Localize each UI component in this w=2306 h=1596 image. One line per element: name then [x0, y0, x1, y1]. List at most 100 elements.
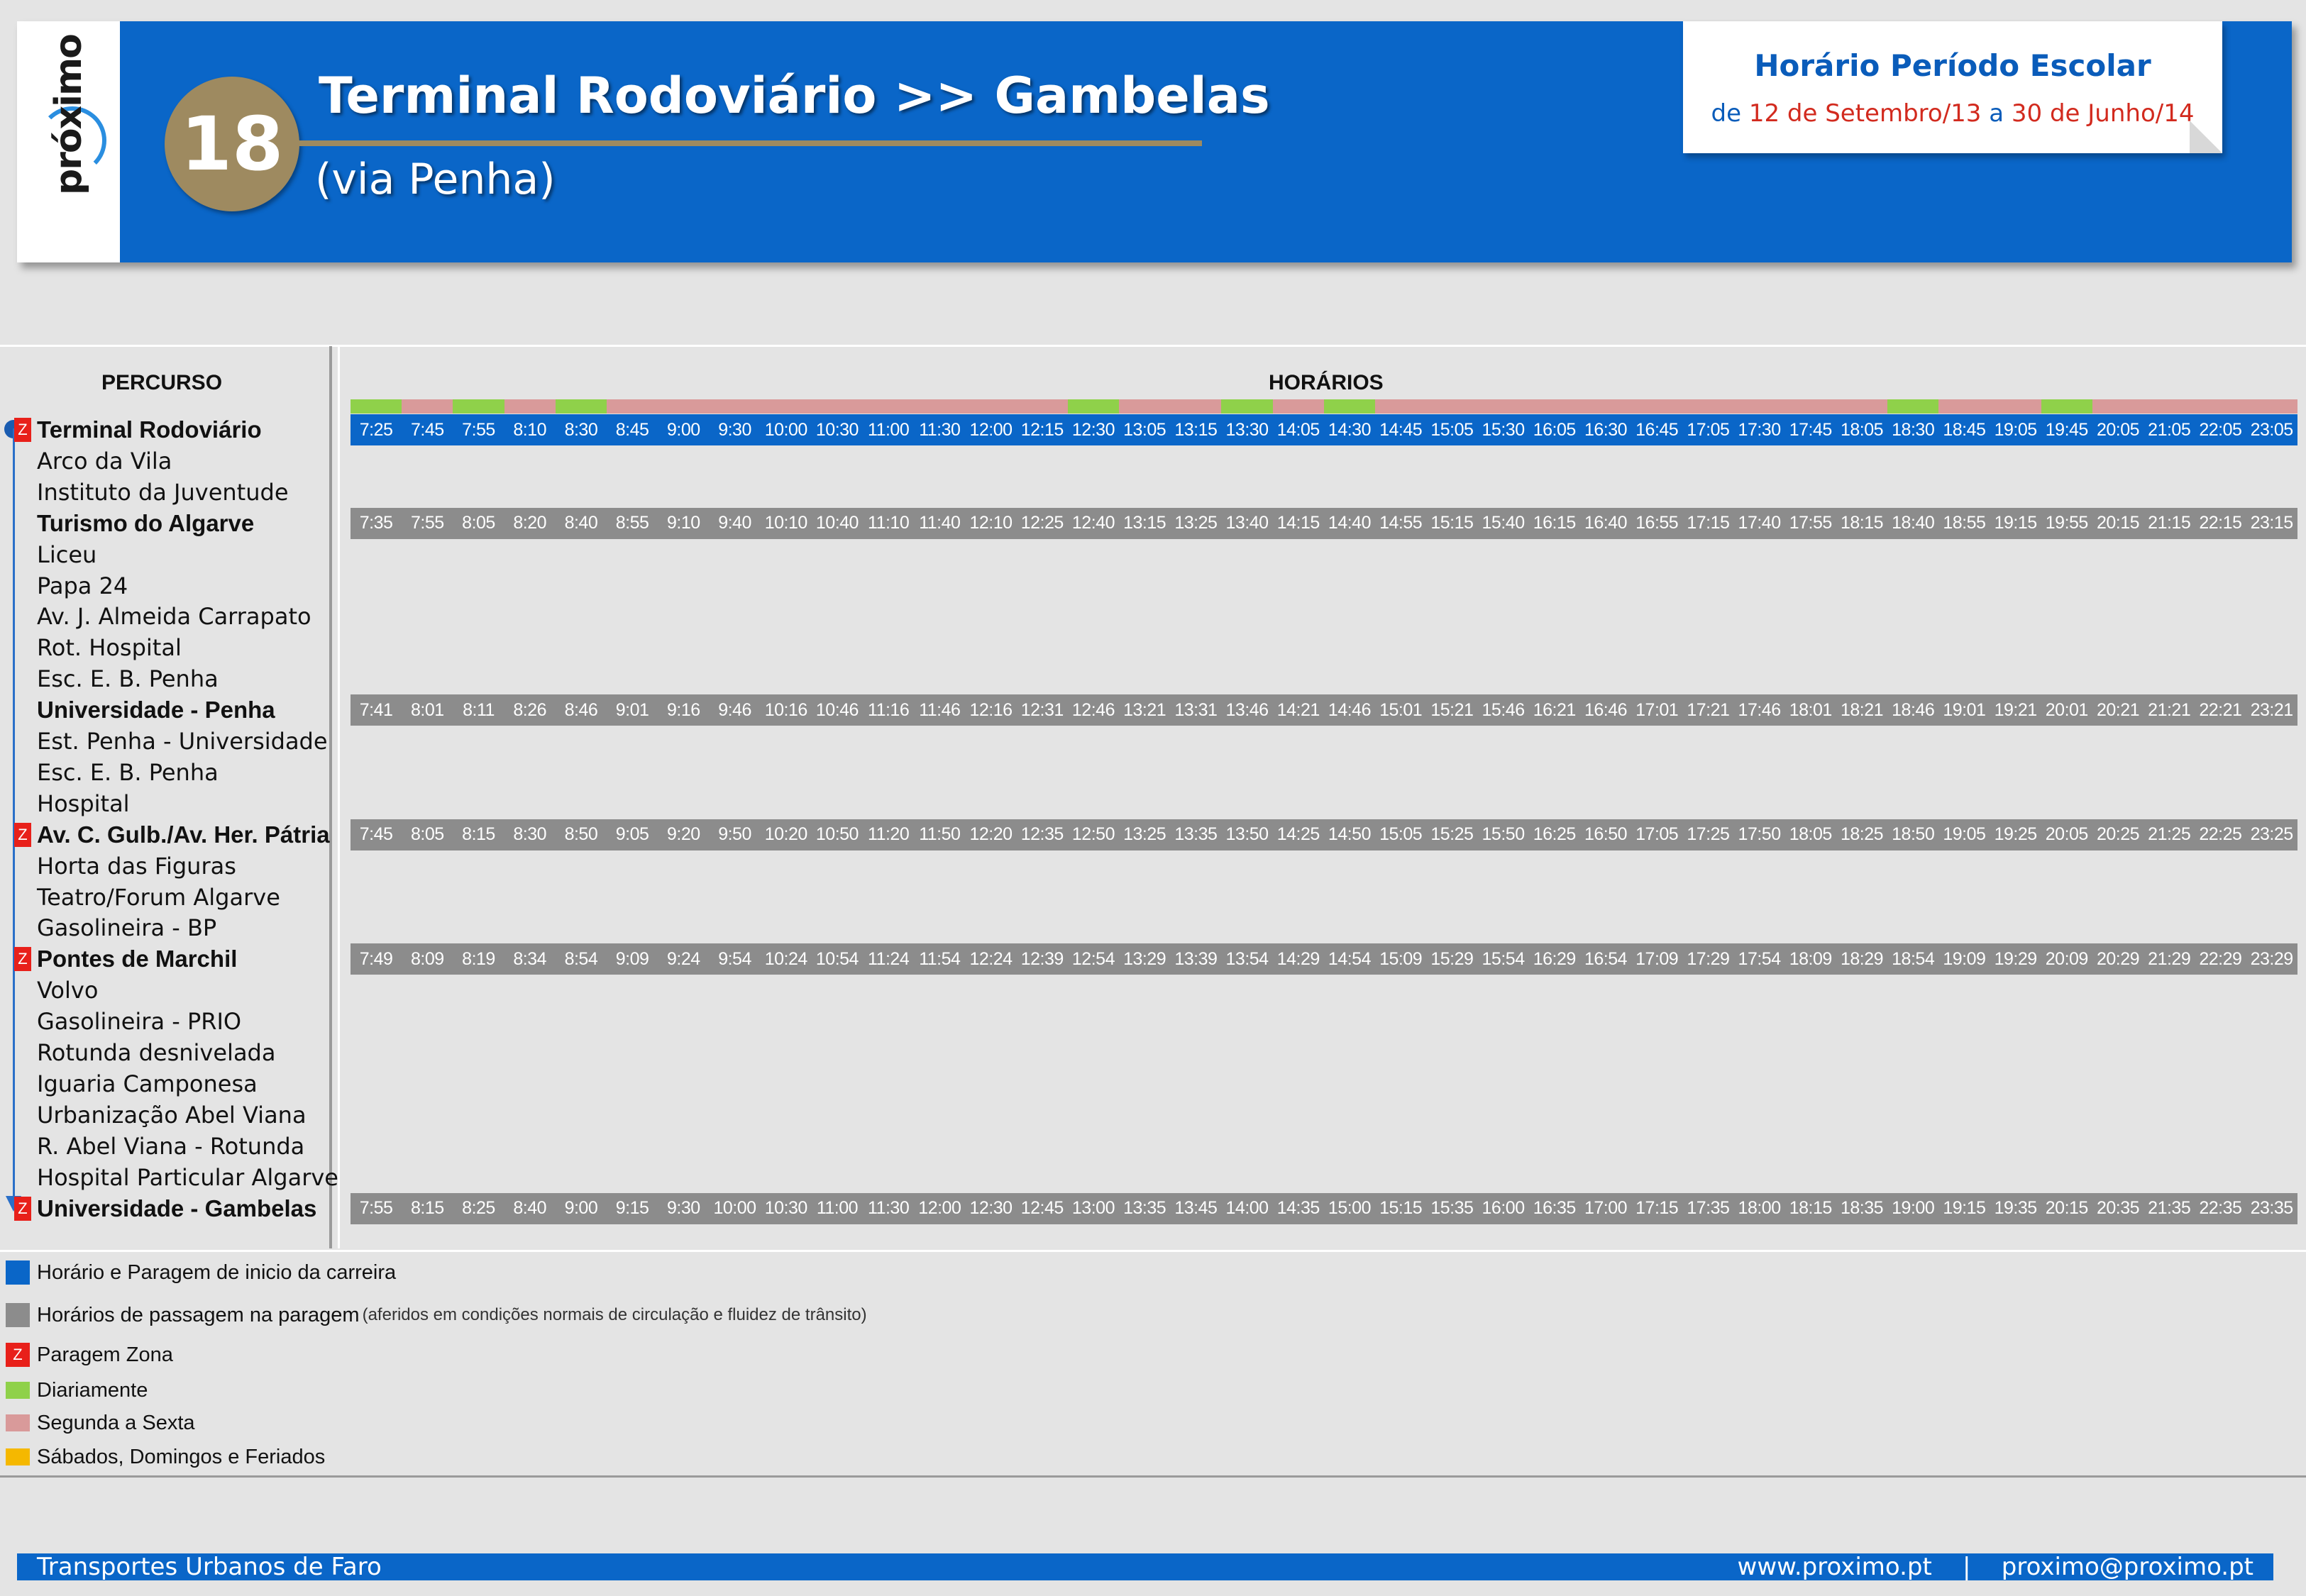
- period-de: de: [1711, 99, 1742, 128]
- departure-time: 17:30: [1738, 419, 1782, 440]
- stop-name: Arco da Vila: [37, 447, 172, 475]
- departure-time: 12:16: [969, 699, 1013, 720]
- departure-time: 7:41: [359, 699, 393, 720]
- departure-time: 9:30: [666, 1198, 700, 1218]
- stop-name: R. Abel Viana - Rotunda: [37, 1132, 305, 1160]
- departure-time: 15:50: [1482, 824, 1526, 845]
- stop-name: Papa 24: [37, 572, 128, 599]
- departure-time: 18:54: [1892, 948, 1935, 969]
- day-type-cell-weekday: [1426, 399, 1478, 414]
- departure-time: 15:05: [1379, 824, 1423, 845]
- departure-time: 18:30: [1892, 419, 1935, 440]
- departure-time: 23:05: [2250, 419, 2294, 440]
- departure-time: 8:11: [463, 699, 495, 720]
- day-type-cell-weekday: [1784, 399, 1836, 414]
- departure-time: 19:25: [1994, 824, 2038, 845]
- departure-time: 19:45: [2045, 419, 2089, 440]
- departure-time: 14:45: [1379, 419, 1423, 440]
- day-type-cell-weekday: [863, 399, 915, 414]
- departure-time: 14:35: [1276, 1198, 1320, 1218]
- departure-time: 9:01: [615, 699, 649, 720]
- departure-time: 14:55: [1379, 513, 1423, 533]
- departure-time: 14:29: [1276, 948, 1320, 969]
- departure-time: 14:40: [1328, 513, 1372, 533]
- departure-time: 12:45: [1020, 1198, 1064, 1218]
- departure-time: 9:50: [718, 824, 751, 845]
- email-link[interactable]: proximo@proximo.pt: [2002, 1553, 2253, 1581]
- stop-name: Horta das Figuras: [37, 852, 236, 880]
- day-type-cell-weekday: [658, 399, 710, 414]
- departure-time: 7:45: [359, 824, 393, 845]
- day-type-cell-weekday: [965, 399, 1017, 414]
- departure-time: 14:25: [1276, 824, 1320, 845]
- period-a: a: [1989, 99, 2004, 128]
- stop-name: Instituto da Juventude: [37, 478, 289, 506]
- departure-time: 16:55: [1635, 513, 1679, 533]
- departure-time: 11:54: [919, 948, 961, 969]
- departure-time: 7:25: [359, 419, 393, 440]
- stop-name: Est. Penha - Universidade: [37, 728, 328, 755]
- stop-name: Volvo: [37, 977, 99, 1004]
- departure-time: 14:50: [1328, 824, 1372, 845]
- departure-time: 18:46: [1892, 699, 1935, 720]
- departure-time: 18:35: [1840, 1198, 1884, 1218]
- footer-separator: |: [1963, 1553, 1971, 1581]
- departure-time: 16:25: [1533, 824, 1577, 845]
- departure-time: 17:55: [1789, 513, 1833, 533]
- departure-time: 16:21: [1533, 699, 1577, 720]
- departure-time: 8:25: [462, 1198, 495, 1218]
- departure-time: 14:46: [1328, 699, 1372, 720]
- zone-marker-icon: Z: [14, 822, 31, 847]
- day-type-cell-weekday: [2195, 399, 2246, 414]
- day-type-cell-weekday: [1016, 399, 1068, 414]
- stop-name: Universidade - Penha: [37, 697, 275, 724]
- departure-time: 13:25: [1174, 513, 1218, 533]
- day-type-cell-weekday: [2246, 399, 2297, 414]
- day-type-cell-weekday: [504, 399, 556, 414]
- legend-passing: Horários de passagem na paragem (aferido…: [6, 1299, 867, 1331]
- departure-time: 17:29: [1687, 948, 1730, 969]
- departure-time: 12:30: [969, 1198, 1013, 1218]
- departure-time: 12:15: [1020, 419, 1064, 440]
- departure-time: 12:30: [1071, 419, 1115, 440]
- departure-time: 12:00: [918, 1198, 961, 1218]
- departure-time: 10:46: [815, 699, 859, 720]
- departure-time: 9:00: [666, 419, 700, 440]
- day-type-cell-weekday: [1990, 399, 2041, 414]
- departure-time: 11:40: [919, 513, 961, 533]
- departure-time: 11:10: [868, 513, 910, 533]
- stop-name: Hospital: [37, 789, 130, 817]
- departure-time: 12:50: [1071, 824, 1115, 845]
- departure-time: 10:20: [764, 824, 808, 845]
- departure-time: 13:39: [1174, 948, 1218, 969]
- departure-time: 9:46: [718, 699, 751, 720]
- legend-passing-label: Horários de passagem na paragem: [37, 1303, 360, 1326]
- day-type-cell-weekday: [2144, 399, 2195, 414]
- stop-name: Av. C. Gulb./Av. Her. Pátria: [37, 821, 330, 848]
- departure-time: 20:29: [2096, 948, 2140, 969]
- departure-time: 13:15: [1174, 419, 1218, 440]
- departure-time: 10:30: [815, 419, 859, 440]
- day-type-cell-daily: [351, 399, 402, 414]
- departure-time: 14:00: [1225, 1198, 1269, 1218]
- website-link[interactable]: www.proximo.pt: [1738, 1553, 1932, 1581]
- departure-time: 23:35: [2250, 1198, 2294, 1218]
- departure-time: 18:05: [1840, 419, 1884, 440]
- legend-passing-note: (aferidos em condições normais de circul…: [362, 1305, 867, 1324]
- departure-time: 10:10: [764, 513, 808, 533]
- day-type-cell-weekday: [1170, 399, 1222, 414]
- departure-time: 19:15: [1994, 513, 2038, 533]
- departure-time: 9:00: [564, 1198, 598, 1218]
- departure-time: 12:25: [1020, 513, 1064, 533]
- departure-time: 8:15: [410, 1198, 444, 1218]
- departure-time: 20:05: [2096, 419, 2140, 440]
- departure-time: 23:29: [2250, 948, 2294, 969]
- departure-time: 18:15: [1789, 1198, 1833, 1218]
- departure-time: 8:20: [513, 513, 547, 533]
- departure-time: 7:55: [410, 513, 444, 533]
- departure-time: 19:05: [1943, 824, 1986, 845]
- departure-time: 14:21: [1276, 699, 1320, 720]
- departure-time: 16:30: [1584, 419, 1628, 440]
- period-title: Horário Período Escolar: [1754, 48, 2151, 83]
- departure-time: 16:54: [1584, 948, 1628, 969]
